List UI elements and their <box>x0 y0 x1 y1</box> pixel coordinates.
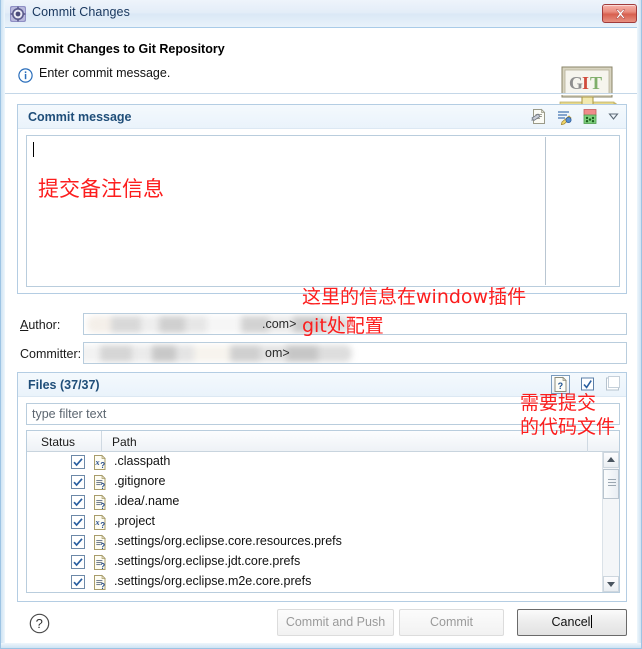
author-label: Author: <box>20 318 61 332</box>
commit-message-group: Commit message <box>17 104 627 294</box>
filter-input[interactable]: type filter text <box>26 403 620 425</box>
row-checkbox[interactable] <box>71 575 85 592</box>
files-scrollbar[interactable] <box>602 452 619 592</box>
commit-button[interactable]: Commit <box>399 609 504 636</box>
margin-guide-line <box>545 137 546 285</box>
author-input[interactable]: .com> <box>83 313 627 335</box>
title-bar: Commit Changes <box>1 0 641 28</box>
files-table: Status Path x ? .classpath ? .gitignore … <box>26 430 620 593</box>
gear-icon <box>10 6 26 22</box>
table-row[interactable]: ? .settings/org.eclipse.core.resources.p… <box>27 532 603 552</box>
thumb-grip <box>608 482 616 483</box>
svg-text:?: ? <box>100 461 105 470</box>
svg-text:?: ? <box>100 502 105 511</box>
committer-value-tail: om> <box>265 346 290 360</box>
window-title: Commit Changes <box>32 5 130 19</box>
table-row[interactable]: ? .settings/org.eclipse.m2e.core.prefs <box>27 572 603 592</box>
text-file-untracked-icon: ? <box>92 574 108 592</box>
row-path: .settings/org.eclipse.m2e.core.prefs <box>114 574 312 588</box>
row-path: .gitignore <box>114 474 166 488</box>
committer-redaction <box>84 345 352 362</box>
column-header-status[interactable]: Status <box>41 435 75 449</box>
commit-message-group-header: Commit message <box>18 105 626 129</box>
svg-text:?: ? <box>100 542 105 551</box>
show-untracked-icon[interactable]: ? <box>551 375 571 394</box>
commit-message-group-title: Commit message <box>28 110 132 124</box>
cancel-label: Cancel <box>551 615 591 629</box>
help-icon[interactable]: ? <box>29 613 50 639</box>
svg-text:T: T <box>590 73 602 93</box>
svg-text:?: ? <box>100 521 105 530</box>
files-group: Files (37/37) ? type filter text Status … <box>17 372 627 602</box>
table-row[interactable]: x ? .project <box>27 512 603 532</box>
svg-text:?: ? <box>100 562 105 571</box>
commit-label: Commit <box>429 615 474 629</box>
svg-text:?: ? <box>558 381 564 391</box>
header-divider-highlight <box>5 94 639 95</box>
row-path: .idea/.name <box>114 494 180 508</box>
svg-text:G: G <box>569 73 583 93</box>
table-row[interactable]: ? .settings/org.eclipse.jdt.core.prefs <box>27 552 603 572</box>
commit-message-input[interactable] <box>26 135 620 287</box>
commit-message-toolbar <box>526 108 620 126</box>
files-toolbar: ? <box>547 375 621 399</box>
cancel-button[interactable]: Cancel <box>517 609 627 636</box>
author-value-tail: .com> <box>262 317 297 331</box>
commit-and-push-button[interactable]: Commit and Push <box>277 609 394 636</box>
svg-text:?: ? <box>100 482 105 491</box>
scroll-down-arrow-icon[interactable] <box>603 576 619 592</box>
committer-label: Committer: <box>20 347 82 361</box>
dialog-content: Commit Changes to Git Repository Enter c… <box>5 28 639 644</box>
files-group-header: Files (37/37) ? <box>18 373 626 397</box>
header-message: Enter commit message. <box>39 66 171 80</box>
svg-text:I: I <box>582 73 589 93</box>
row-path: .settings/org.eclipse.jdt.core.prefs <box>114 554 301 568</box>
row-path: .classpath <box>114 454 171 468</box>
files-table-body: x ? .classpath ? .gitignore ? .idea/.nam… <box>27 452 603 592</box>
files-table-header: Status Path <box>27 431 619 452</box>
dialog-button-bar: ? Commit and Push Commit Cancel <box>5 605 639 644</box>
page-title: Commit Changes to Git Repository <box>17 42 225 56</box>
committer-input[interactable]: om> <box>83 342 627 364</box>
change-id-icon[interactable] <box>582 108 598 130</box>
select-all-icon[interactable] <box>579 375 596 399</box>
author-redaction <box>87 316 350 333</box>
signed-off-icon[interactable] <box>556 108 572 130</box>
table-row[interactable]: ? .idea/.name <box>27 492 603 512</box>
close-button[interactable] <box>602 4 637 23</box>
amend-commit-icon[interactable] <box>531 108 547 130</box>
commit-and-push-label: Commit and Push <box>285 615 386 629</box>
column-header-path[interactable]: Path <box>112 435 137 449</box>
window-edge-left <box>1 0 5 648</box>
window-edge-bottom <box>1 643 641 648</box>
column-divider <box>101 431 102 452</box>
commit-changes-dialog: Commit Changes Commit Changes to Git Rep… <box>0 0 642 649</box>
row-path: .settings/org.eclipse.core.resources.pre… <box>114 534 342 548</box>
window-edge-right <box>637 0 641 648</box>
close-icon <box>615 9 626 19</box>
svg-text:?: ? <box>36 616 43 631</box>
svg-text:?: ? <box>100 582 105 591</box>
column-divider <box>587 431 588 452</box>
deselect-all-icon[interactable] <box>604 375 621 399</box>
scrollbar-thumb[interactable] <box>603 469 619 499</box>
info-icon <box>18 68 33 88</box>
row-path: .project <box>114 514 155 528</box>
scroll-up-arrow-icon[interactable] <box>603 452 619 468</box>
chevron-down-icon[interactable] <box>607 108 620 129</box>
table-row[interactable]: x ? .classpath <box>27 452 603 472</box>
files-group-title: Files (37/37) <box>28 378 100 392</box>
text-caret <box>33 142 34 157</box>
table-row[interactable]: ? .gitignore <box>27 472 603 492</box>
filter-placeholder: type filter text <box>32 407 107 421</box>
